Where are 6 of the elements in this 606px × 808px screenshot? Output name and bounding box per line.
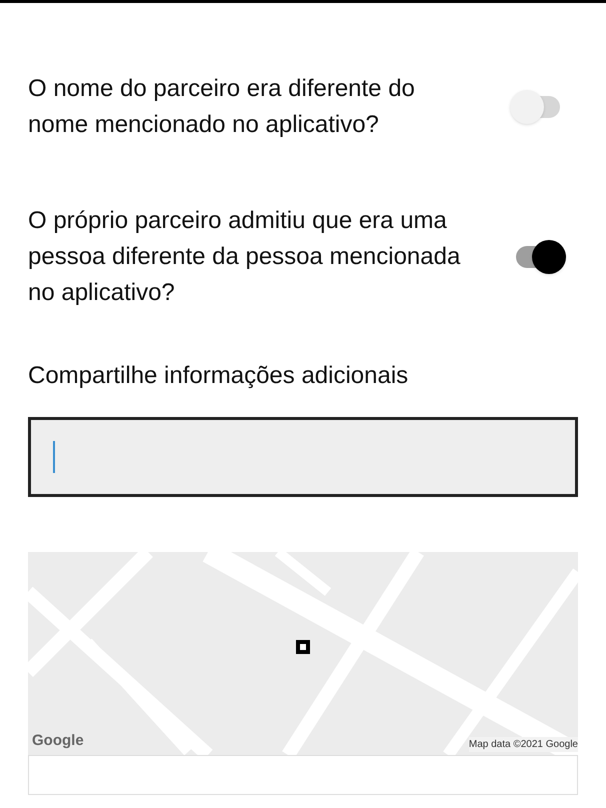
comment-field[interactable] xyxy=(28,417,578,497)
map-logo: Google xyxy=(32,730,84,750)
question-text: O próprio parceiro admitiu que era uma pessoa diferente da pessoa mencionada no aplicativo? xyxy=(28,206,462,308)
comment-label: Compartilhe informações adicionais xyxy=(28,361,410,391)
question-text: O nome do parceiro era diferente do nome mencionado no aplicativo? xyxy=(28,74,416,140)
map-attribution: Map data ©2021 Google xyxy=(468,737,578,752)
